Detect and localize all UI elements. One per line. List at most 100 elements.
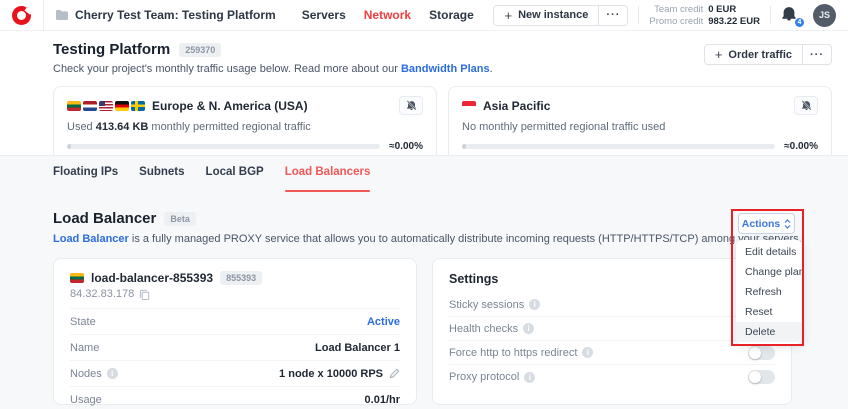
page-title: Testing Platform (53, 41, 170, 58)
section-description: Load Balancer is a fully managed PROXY s… (53, 233, 832, 245)
tab-subnets[interactable]: Subnets (139, 166, 184, 183)
chevron-updown-icon (784, 219, 791, 229)
setting-row: Sticky sessions (449, 293, 775, 317)
actions-button[interactable]: Actions (738, 213, 795, 234)
header-divider (770, 6, 771, 24)
usa-flag-icon (99, 101, 113, 111)
row-label: Name (70, 342, 99, 354)
menu-item-delete[interactable]: Delete (736, 322, 802, 342)
setting-label: Health checks (449, 323, 534, 335)
info-icon[interactable] (523, 323, 534, 334)
project-section: Testing Platform 259370 Check your proje… (0, 31, 848, 155)
row-label: Usage (70, 394, 102, 406)
menu-item-refresh[interactable]: Refresh (736, 282, 802, 302)
lithuania-flag-icon (70, 273, 84, 283)
info-icon[interactable] (529, 299, 540, 310)
order-traffic-more-button[interactable]: ··· (803, 44, 832, 65)
main-nav: Servers Network Storage (302, 8, 474, 22)
region-flags (67, 101, 145, 111)
traffic-region-title: Asia Pacific (483, 99, 550, 113)
project-id-badge: 259370 (179, 43, 221, 57)
mute-notifications-button[interactable] (399, 96, 423, 115)
nav-network[interactable]: Network (364, 8, 411, 22)
table-row: Usage 0.01/hr (70, 386, 400, 409)
header-divider (638, 6, 639, 24)
row-label: State (70, 316, 96, 328)
breadcrumb-label: Cherry Test Team: Testing Platform (75, 8, 276, 22)
traffic-percent: ≈0.00% (389, 141, 423, 152)
notifications-button[interactable]: 4 (781, 5, 801, 25)
new-instance-button[interactable]: + New instance (493, 5, 599, 26)
promo-credit-label: Promo credit (649, 16, 703, 27)
load-balancer-id-badge: 855393 (220, 271, 262, 285)
info-icon[interactable] (107, 368, 118, 379)
traffic-progress-bar (462, 144, 775, 149)
row-value: 0.01/hr (365, 394, 400, 406)
setting-row: Force http to https redirect (449, 341, 775, 365)
credits-summary: Team credit 0 EUR Promo credit 983.22 EU… (649, 4, 760, 27)
netherlands-flag-icon (83, 101, 97, 111)
folder-icon (56, 10, 68, 20)
singapore-flag-icon (462, 101, 476, 111)
table-row: Name Load Balancer 1 (70, 334, 400, 360)
traffic-usage-value: 413.64 KB (96, 121, 149, 133)
new-instance-button-group: + New instance ··· (493, 5, 628, 26)
table-row: State Active (70, 308, 400, 334)
status-badge: Active (367, 316, 400, 328)
nav-storage[interactable]: Storage (429, 8, 474, 22)
row-label: Nodes (70, 368, 118, 380)
plus-icon: + (504, 8, 512, 23)
menu-item-reset[interactable]: Reset (736, 302, 802, 322)
sweden-flag-icon (131, 101, 145, 111)
notification-count-badge: 4 (794, 17, 805, 28)
row-value: Load Balancer 1 (315, 342, 400, 354)
tab-load-balancers[interactable]: Load Balancers (285, 166, 371, 183)
menu-item-change-plan[interactable]: Change plan (736, 262, 802, 282)
https-redirect-toggle[interactable] (748, 346, 775, 360)
setting-label: Force http to https redirect (449, 347, 593, 359)
actions-dropdown-menu: Edit details Change plan Refresh Reset D… (736, 240, 802, 344)
promo-credit-value: 983.22 EUR (708, 16, 760, 27)
traffic-region-title: Europe & N. America (USA) (152, 99, 308, 113)
section-title: Load Balancer (53, 210, 156, 227)
germany-flag-icon (115, 101, 129, 111)
setting-row: Proxy protocol (449, 365, 775, 389)
info-icon[interactable] (524, 372, 535, 383)
tab-local-bgp[interactable]: Local BGP (206, 166, 264, 183)
nav-servers[interactable]: Servers (302, 8, 346, 22)
bell-slash-icon (406, 100, 417, 111)
header-divider (43, 0, 44, 31)
load-balancer-name: load-balancer-855393 (91, 271, 213, 285)
row-value: 1 node x 10000 RPS (279, 368, 400, 380)
order-traffic-button[interactable]: + Order traffic (704, 44, 803, 65)
beta-badge: Beta (164, 212, 196, 226)
top-header: Cherry Test Team: Testing Platform Serve… (0, 0, 848, 31)
bell-slash-icon (801, 100, 812, 111)
setting-label: Sticky sessions (449, 299, 540, 311)
network-tabs: Floating IPs Subnets Local BGP Load Bala… (53, 166, 832, 183)
project-subtitle: Check your project's monthly traffic usa… (53, 63, 493, 75)
info-icon[interactable] (582, 347, 593, 358)
region-flags (462, 101, 476, 111)
tab-floating-ips[interactable]: Floating IPs (53, 166, 118, 183)
edit-pencil-icon[interactable] (389, 368, 400, 379)
lithuania-flag-icon (67, 101, 81, 111)
proxy-protocol-toggle[interactable] (748, 370, 775, 384)
traffic-usage-text: No monthly permitted regional traffic us… (462, 121, 818, 133)
table-row: Nodes 1 node x 10000 RPS (70, 360, 400, 386)
traffic-percent: ≈0.00% (784, 141, 818, 152)
bandwidth-plans-link[interactable]: Bandwidth Plans (401, 63, 490, 75)
team-credit-value: 0 EUR (708, 4, 760, 15)
traffic-usage-text: Used 413.64 KB monthly permitted regiona… (67, 121, 423, 133)
instance-more-button[interactable]: ··· (599, 5, 628, 26)
load-balancer-ip: 84.32.83.178 (70, 288, 134, 300)
team-credit-label: Team credit (649, 4, 703, 15)
cherry-servers-logo-icon[interactable] (12, 6, 31, 25)
plus-icon: + (715, 47, 723, 62)
copy-icon[interactable] (139, 289, 150, 300)
avatar[interactable]: JS (813, 4, 836, 27)
load-balancer-link[interactable]: Load Balancer (53, 233, 129, 245)
breadcrumb[interactable]: Cherry Test Team: Testing Platform (56, 8, 276, 22)
menu-item-edit-details[interactable]: Edit details (736, 242, 802, 262)
mute-notifications-button[interactable] (794, 96, 818, 115)
